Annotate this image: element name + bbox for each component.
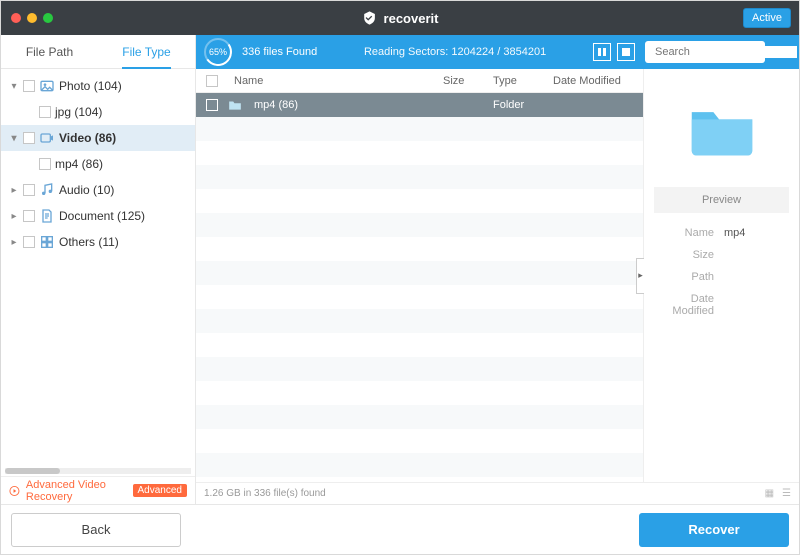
app-brand: recoverit	[362, 10, 439, 26]
tree-item-jpg[interactable]: jpg (104)	[1, 99, 195, 125]
progress-circle: 65%	[204, 38, 232, 66]
scan-toolbar: 65% 336 files Found Reading Sectors: 120…	[196, 35, 799, 69]
sidebar: File Path File Type ▾ Photo (104) jpg (1…	[1, 35, 196, 504]
pause-icon	[598, 48, 606, 56]
checkbox[interactable]	[39, 106, 51, 118]
tree-item-mp4[interactable]: mp4 (86)	[1, 151, 195, 177]
tree-item-video[interactable]: ▾ Video (86)	[1, 125, 195, 151]
brand-icon	[362, 10, 378, 26]
video-icon	[39, 130, 55, 146]
row-checkbox[interactable]	[206, 99, 218, 111]
col-name[interactable]: Name	[228, 75, 443, 87]
pause-button[interactable]	[593, 43, 611, 61]
checkbox[interactable]	[39, 158, 51, 170]
tree-item-photo[interactable]: ▾ Photo (104)	[1, 73, 195, 99]
tree-label: Photo (104)	[59, 79, 122, 93]
window-controls	[1, 13, 53, 23]
tree-label: Audio (10)	[59, 183, 114, 197]
file-list: Name Size Type Date Modified mp4 (86) Fo…	[196, 69, 644, 482]
filter-icon[interactable]	[775, 44, 791, 60]
stop-button[interactable]	[617, 43, 635, 61]
video-recovery-icon	[9, 484, 20, 498]
tab-file-path[interactable]: File Path	[1, 35, 98, 68]
grid-view-icon[interactable]: ▦	[765, 488, 774, 499]
tree-item-others[interactable]: ▸ Others (11)	[1, 229, 195, 255]
stop-icon	[622, 48, 630, 56]
checkbox[interactable]	[23, 236, 35, 248]
tree-label: Video (86)	[59, 131, 116, 145]
maximize-icon[interactable]	[43, 13, 53, 23]
checkbox[interactable]	[23, 210, 35, 222]
title-bar: recoverit Active	[1, 1, 799, 35]
advanced-badge: Advanced	[133, 484, 187, 497]
chevron-right-icon[interactable]: ▸	[9, 211, 19, 222]
checkbox[interactable]	[23, 132, 35, 144]
list-row[interactable]: mp4 (86) Folder	[196, 93, 643, 117]
tree-label: Others (11)	[59, 235, 119, 249]
meta-mod-key: Date Modified	[654, 293, 724, 317]
meta-size-key: Size	[654, 249, 724, 261]
chevron-right-icon[interactable]: ▸	[9, 185, 19, 196]
files-found: 336 files Found	[242, 46, 317, 58]
minimize-icon[interactable]	[27, 13, 37, 23]
list-header: Name Size Type Date Modified	[196, 69, 643, 93]
others-icon	[39, 234, 55, 250]
tree-label: mp4 (86)	[55, 157, 103, 171]
advanced-video-recovery[interactable]: Advanced Video Recovery Advanced	[1, 476, 195, 504]
row-name: mp4 (86)	[248, 99, 443, 111]
preview-panel: Preview Namemp4 Size Path Date Modified	[644, 69, 799, 482]
preview-toggle-handle[interactable]: ▸	[636, 258, 644, 294]
photo-icon	[39, 78, 55, 94]
row-type: Folder	[493, 99, 553, 111]
file-type-tree: ▾ Photo (104) jpg (104) ▾ Video (86)	[1, 69, 195, 468]
col-type[interactable]: Type	[493, 75, 553, 87]
checkbox[interactable]	[23, 184, 35, 196]
chevron-down-icon[interactable]: ▾	[9, 133, 19, 144]
reading-sectors: Reading Sectors: 1204224 / 3854201	[364, 46, 546, 58]
tree-label: Document (125)	[59, 209, 145, 223]
progress-pct: 65%	[209, 47, 227, 57]
search-box[interactable]	[645, 41, 765, 63]
audio-icon	[39, 182, 55, 198]
chevron-down-icon[interactable]: ▾	[9, 81, 19, 92]
preview-button[interactable]: Preview	[654, 187, 789, 213]
row-stripes	[196, 93, 643, 482]
tree-item-document[interactable]: ▸ Document (125)	[1, 203, 195, 229]
sidebar-tabs: File Path File Type	[1, 35, 195, 69]
meta-name-key: Name	[654, 227, 724, 239]
status-summary: 1.26 GB in 336 file(s) found	[204, 488, 326, 499]
active-badge[interactable]: Active	[743, 8, 791, 28]
col-modified[interactable]: Date Modified	[553, 75, 643, 87]
meta-path-key: Path	[654, 271, 724, 283]
tree-item-audio[interactable]: ▸ Audio (10)	[1, 177, 195, 203]
select-all-checkbox[interactable]	[206, 75, 218, 87]
adv-label: Advanced Video Recovery	[26, 479, 127, 503]
close-icon[interactable]	[11, 13, 21, 23]
tab-file-type[interactable]: File Type	[98, 35, 195, 68]
folder-icon	[228, 99, 242, 111]
meta-name-val: mp4	[724, 227, 745, 239]
col-size[interactable]: Size	[443, 75, 493, 87]
list-rows: mp4 (86) Folder	[196, 93, 643, 482]
footer: Back Recover	[1, 504, 799, 554]
status-bar: 1.26 GB in 336 file(s) found ▦ ☰	[196, 482, 799, 504]
chevron-right-icon[interactable]: ▸	[9, 237, 19, 248]
tree-label: jpg (104)	[55, 105, 102, 119]
back-button[interactable]: Back	[11, 513, 181, 547]
folder-preview-icon	[686, 99, 758, 157]
document-icon	[39, 208, 55, 224]
scrollbar-thumb[interactable]	[5, 468, 60, 474]
preview-meta: Namemp4 Size Path Date Modified	[654, 227, 789, 327]
brand-text: recoverit	[384, 11, 439, 26]
recover-button[interactable]: Recover	[639, 513, 789, 547]
list-view-icon[interactable]: ☰	[782, 488, 791, 499]
sidebar-scrollbar[interactable]	[5, 468, 191, 474]
checkbox[interactable]	[23, 80, 35, 92]
